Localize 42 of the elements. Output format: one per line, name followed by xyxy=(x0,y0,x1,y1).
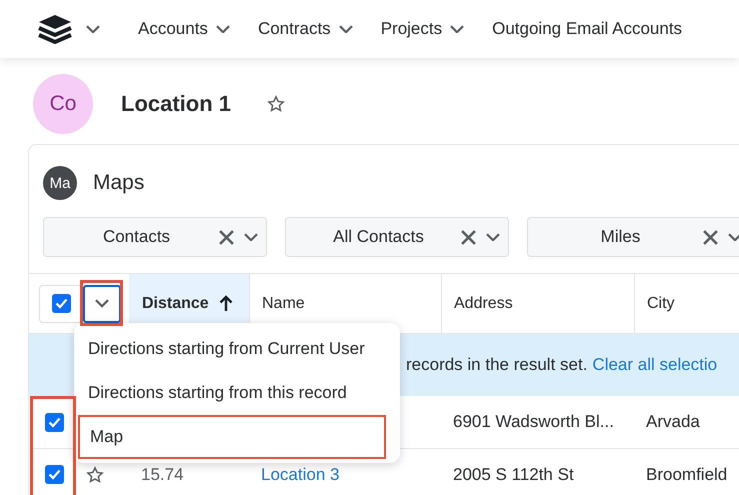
dashlet-avatar: Ma xyxy=(43,166,77,200)
checkbox[interactable] xyxy=(45,412,64,432)
clear-icon[interactable] xyxy=(703,230,718,244)
nav-tab[interactable]: Accounts xyxy=(138,19,230,39)
clear-icon[interactable] xyxy=(461,230,476,244)
clear-icon[interactable] xyxy=(219,230,234,244)
nav-tab[interactable]: Outgoing Email Accounts xyxy=(492,19,682,39)
checkmark-icon xyxy=(55,298,68,309)
record-avatar: Co xyxy=(33,74,93,134)
address-text: 6901 Wadsworth Bl... xyxy=(453,412,614,431)
nav-tab[interactable]: Contracts xyxy=(258,19,353,39)
checkmark-icon xyxy=(48,416,61,428)
column-header[interactable]: City xyxy=(634,274,739,333)
logo-menu-button[interactable] xyxy=(38,14,100,44)
star-icon[interactable] xyxy=(86,466,104,484)
record-name-link[interactable]: Location 3 xyxy=(261,464,340,484)
checkbox[interactable] xyxy=(45,465,64,484)
city-text: Broomfield xyxy=(646,464,728,484)
filter-select[interactable]: Miles xyxy=(527,217,739,257)
chevron-down-icon xyxy=(486,232,500,242)
chevron-down-icon xyxy=(728,232,739,242)
selection-message: records in the result set. xyxy=(406,355,588,375)
distance-text: 15.74 xyxy=(141,464,184,484)
record-title: Location 1 xyxy=(121,91,232,117)
column-header[interactable]: Address xyxy=(441,274,634,333)
address-text: 2005 S 112th St xyxy=(453,464,574,484)
dashlet-title: Maps xyxy=(93,171,144,195)
menu-item[interactable]: Directions starting from this record xyxy=(74,371,400,415)
city-text: Arvada xyxy=(646,412,700,431)
nav-tab[interactable]: Projects xyxy=(380,19,464,39)
menu-item[interactable]: Map xyxy=(78,415,386,459)
chevron-down-icon xyxy=(95,299,109,308)
chevron-down-icon xyxy=(244,232,258,242)
filter-select[interactable]: Contacts xyxy=(43,217,267,257)
checkmark-icon xyxy=(48,469,61,480)
star-icon[interactable] xyxy=(267,95,286,113)
chevron-down-icon xyxy=(86,24,100,34)
filter-select[interactable]: All Contacts xyxy=(285,217,509,257)
arrow-up-icon xyxy=(218,295,233,312)
layers-logo-icon xyxy=(38,14,72,44)
clear-selection-link[interactable]: Clear all selectio xyxy=(592,355,718,375)
checkbox[interactable] xyxy=(52,294,71,313)
